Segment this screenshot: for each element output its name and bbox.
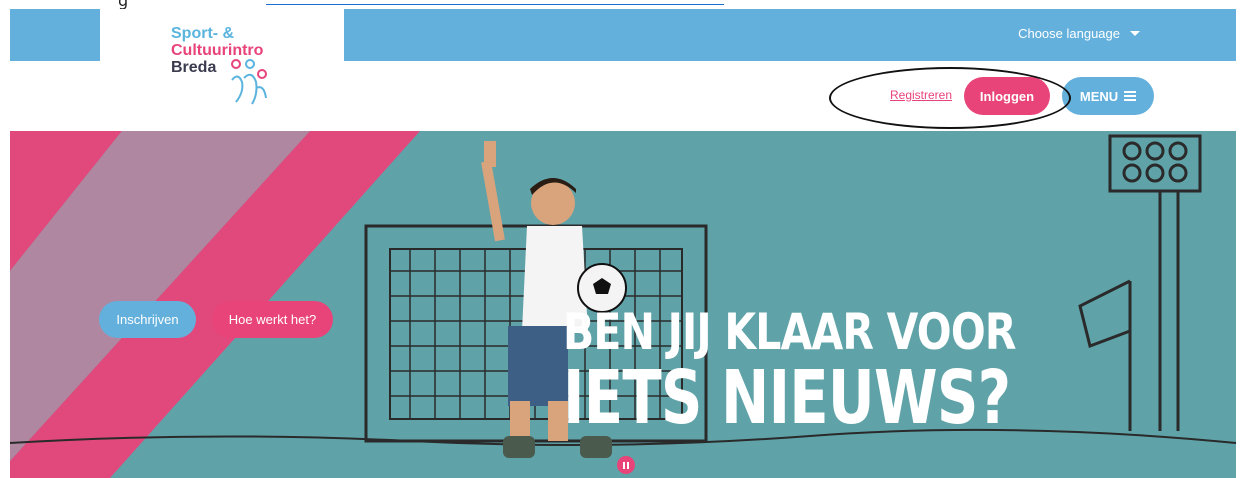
how-it-works-button[interactable]: Hoe werkt het?	[212, 301, 333, 338]
hero-headline-line-1: BEN JIJ KLAAR VOOR	[563, 303, 1016, 361]
menu-button[interactable]: MENU	[1062, 77, 1154, 115]
language-selector[interactable]: Choose language	[1018, 26, 1140, 41]
logo-figures-icon	[231, 59, 267, 105]
signup-button[interactable]: Inschrijven	[99, 301, 196, 338]
document-link[interactable]	[266, 0, 724, 5]
hamburger-icon	[1124, 91, 1137, 101]
logo[interactable]: Sport- & Cultuurintro Breda	[100, 9, 344, 130]
logo-line-1: Sport- &	[171, 25, 235, 42]
annotation-ellipse	[829, 67, 1071, 129]
chevron-down-icon	[1130, 31, 1140, 36]
pause-icon[interactable]	[617, 456, 635, 474]
menu-label: MENU	[1079, 88, 1119, 104]
language-label: Choose language	[1018, 26, 1120, 41]
hero-headline-line-2: IETS NIEUWS?	[563, 355, 1011, 441]
logo-line-2: Cultuurintro	[171, 42, 264, 59]
